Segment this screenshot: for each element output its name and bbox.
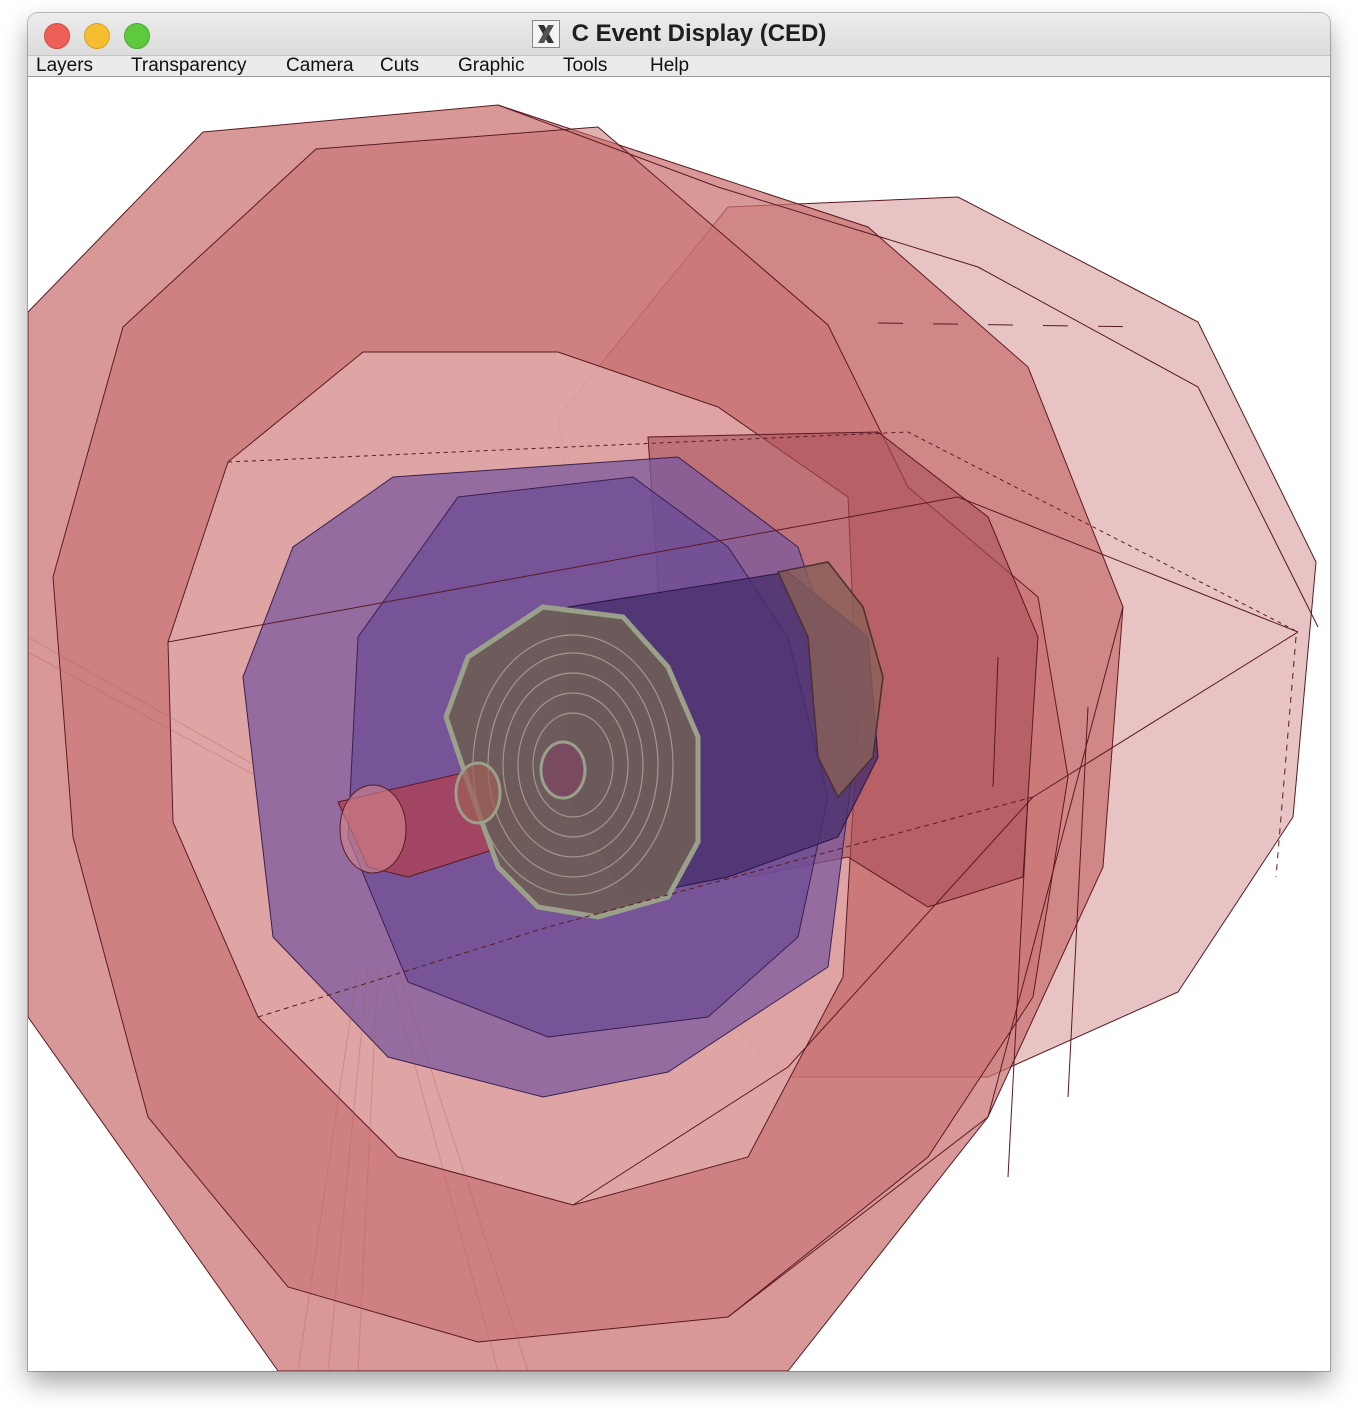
x11-icon (531, 20, 560, 48)
detector-3d-view[interactable] (28, 77, 1330, 1371)
event-display-viewport[interactable] (28, 77, 1330, 1371)
menu-cuts[interactable]: Cuts (380, 56, 419, 76)
beam-pipe-ring (454, 761, 502, 825)
menu-camera[interactable]: Camera (286, 56, 354, 76)
title-bar[interactable]: C Event Display (CED) (28, 13, 1330, 56)
window-title: C Event Display (CED) (571, 20, 827, 47)
inner-beam-hole (539, 740, 587, 800)
ced-window: C Event Display (CED) Layers Transparenc… (28, 13, 1330, 1371)
menu-graphic[interactable]: Graphic (458, 56, 525, 76)
menu-tools[interactable]: Tools (563, 56, 607, 76)
menu-bar: Layers Transparency Camera Cuts Graphic … (28, 56, 1330, 77)
menu-layers[interactable]: Layers (36, 56, 93, 76)
menu-transparency[interactable]: Transparency (131, 56, 246, 76)
beam-pipe-opening (339, 784, 407, 874)
menu-help[interactable]: Help (650, 56, 689, 76)
